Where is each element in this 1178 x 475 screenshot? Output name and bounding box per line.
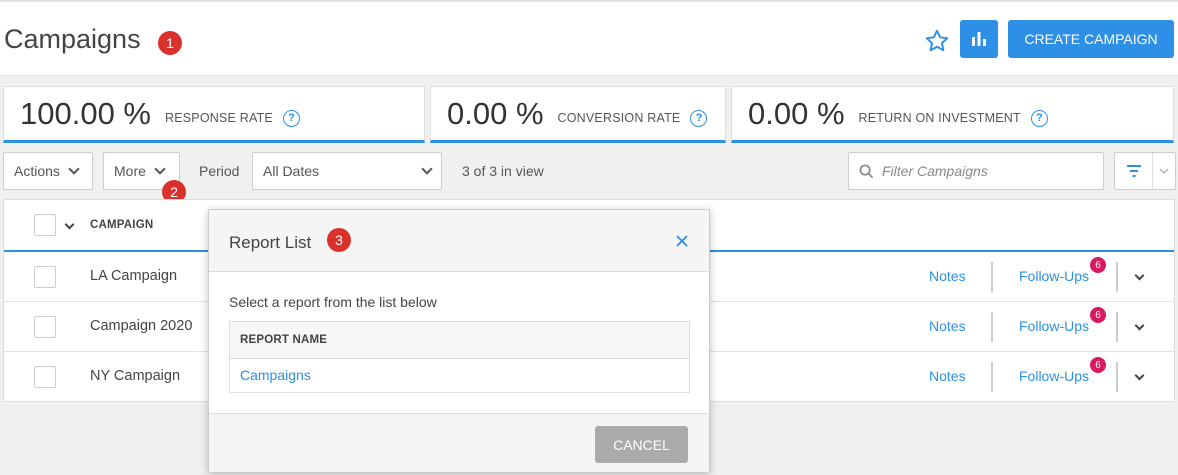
bar-chart-icon — [972, 32, 986, 46]
help-icon[interactable]: ? — [282, 109, 300, 127]
chevron-down-icon — [421, 162, 433, 175]
campaign-name[interactable]: NY Campaign — [90, 368, 180, 384]
chevron-down-icon[interactable] — [64, 219, 75, 230]
row-menu-chevron[interactable] — [1134, 320, 1145, 331]
filter-menu-toggle[interactable] — [1153, 153, 1175, 189]
divider — [1116, 312, 1118, 342]
report-table: REPORT NAME Campaigns — [229, 321, 690, 393]
kpi-conversion-rate: 0.00 % CONVERSION RATE ? — [430, 86, 726, 143]
chevron-down-icon — [68, 162, 80, 175]
follow-ups-link[interactable]: Follow-Ups — [1019, 268, 1089, 284]
filter-icon — [1126, 165, 1141, 177]
help-icon[interactable]: ? — [690, 109, 708, 127]
column-campaign: CAMPAIGN — [90, 219, 154, 231]
follow-ups-count-badge: 6 — [1090, 357, 1106, 373]
dialog-title: Report List — [229, 233, 312, 252]
chevron-down-icon — [1159, 168, 1169, 174]
filter-campaigns-field[interactable] — [848, 152, 1104, 190]
create-campaign-button[interactable]: CREATE CAMPAIGN — [1008, 20, 1174, 58]
kpi-value: 0.00 % — [447, 95, 544, 131]
follow-ups-count-badge: 6 — [1090, 307, 1106, 323]
kpi-label: RETURN ON INVESTMENT — [858, 111, 1021, 125]
divider — [991, 312, 993, 342]
kpi-value: 100.00 % — [20, 95, 151, 131]
row-checkbox[interactable] — [34, 366, 56, 388]
kpi-label: CONVERSION RATE — [557, 111, 681, 125]
column-report-name: REPORT NAME — [230, 322, 689, 359]
report-item-campaigns[interactable]: Campaigns — [230, 359, 689, 392]
follow-ups-link[interactable]: Follow-Ups — [1019, 318, 1089, 334]
star-icon — [925, 29, 949, 52]
campaign-name[interactable]: Campaign 2020 — [90, 318, 192, 334]
filter-options-button[interactable] — [1114, 152, 1176, 190]
divider — [1116, 262, 1118, 292]
view-count: 3 of 3 in view — [462, 163, 544, 179]
period-value: All Dates — [263, 163, 320, 179]
kpi-response-rate: 100.00 % RESPONSE RATE ? — [3, 86, 425, 143]
divider — [991, 262, 993, 292]
notes-link[interactable]: Notes — [929, 368, 966, 384]
row-menu-chevron[interactable] — [1134, 270, 1145, 281]
chevron-down-icon — [154, 162, 166, 175]
help-icon[interactable]: ? — [1030, 109, 1048, 127]
favorite-button[interactable] — [922, 26, 952, 56]
callout-badge-1: 1 — [158, 31, 182, 55]
divider — [1116, 362, 1118, 392]
divider — [991, 362, 993, 392]
search-icon — [859, 164, 874, 178]
kpi-return-on-investment: 0.00 % RETURN ON INVESTMENT ? — [731, 86, 1174, 143]
cancel-button[interactable]: CANCEL — [595, 426, 688, 463]
actions-label: Actions — [14, 163, 60, 179]
follow-ups-link[interactable]: Follow-Ups — [1019, 368, 1089, 384]
select-all-checkbox[interactable] — [34, 214, 56, 236]
page-title: Campaigns — [4, 24, 141, 54]
dialog-footer: CANCEL — [209, 413, 709, 472]
notes-link[interactable]: Notes — [929, 318, 966, 334]
report-list-dialog: Report List 3 Select a report from the l… — [208, 209, 710, 472]
row-checkbox[interactable] — [34, 316, 56, 338]
actions-dropdown[interactable]: Actions — [3, 152, 93, 190]
follow-ups-count-badge: 6 — [1090, 257, 1106, 273]
close-icon — [676, 235, 688, 247]
row-menu-chevron[interactable] — [1134, 370, 1145, 381]
kpi-label: RESPONSE RATE — [165, 111, 273, 125]
close-button[interactable] — [673, 232, 691, 250]
period-select[interactable]: All Dates — [252, 152, 442, 190]
row-checkbox[interactable] — [34, 266, 56, 288]
callout-badge-3: 3 — [327, 228, 351, 252]
dialog-instruction: Select a report from the list below — [229, 294, 437, 310]
notes-link[interactable]: Notes — [929, 268, 966, 284]
reports-button[interactable] — [960, 20, 998, 58]
filter-toggle[interactable] — [1115, 153, 1153, 189]
campaign-name[interactable]: LA Campaign — [90, 268, 177, 284]
kpi-value: 0.00 % — [748, 95, 845, 131]
more-label: More — [114, 163, 146, 179]
dialog-header: Report List 3 — [209, 210, 709, 272]
filter-campaigns-input[interactable] — [882, 163, 1102, 179]
period-label: Period — [199, 163, 240, 179]
